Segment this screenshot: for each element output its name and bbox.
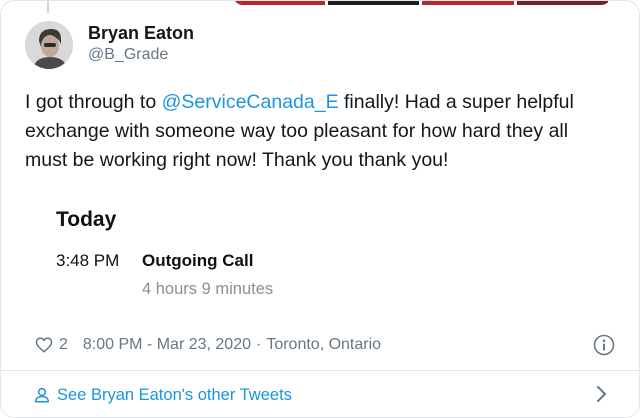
tweet-timestamp[interactable]: 8:00 PM - Mar 23, 2020 [83, 336, 251, 354]
tweet-location[interactable]: Toronto, Ontario [266, 336, 381, 354]
avatar[interactable] [25, 21, 73, 69]
like-count[interactable]: 2 [59, 336, 68, 354]
call-type: Outgoing Call [142, 251, 254, 270]
tweet-meta: 2 8:00 PM - Mar 23, 2020 · Toronto, Onta… [35, 335, 381, 355]
previous-tweet-media-edge [233, 1, 611, 5]
tweet-text: I got through to @ServiceCanada_E finall… [25, 88, 615, 175]
meta-separator: · [256, 336, 262, 353]
tweet-text-before: I got through to [25, 91, 162, 113]
author-name[interactable]: Bryan Eaton [88, 23, 194, 44]
info-icon[interactable] [593, 334, 615, 356]
call-time: 3:48 PM [56, 251, 120, 270]
see-other-tweets-label[interactable]: See Bryan Eaton's other Tweets [57, 386, 292, 405]
chevron-right-icon[interactable] [595, 384, 609, 404]
see-other-tweets-link[interactable]: See Bryan Eaton's other Tweets [33, 384, 292, 406]
call-log-heading: Today [56, 208, 117, 231]
call-duration: 4 hours 9 minutes [142, 280, 274, 298]
thread-connector-line [47, 1, 49, 13]
divider [1, 370, 639, 371]
person-icon [33, 386, 51, 404]
heart-icon[interactable] [35, 336, 53, 354]
author-handle[interactable]: @B_Grade [88, 46, 168, 64]
tweet-card: Bryan Eaton @B_Grade I got through to @S… [0, 0, 640, 418]
mention-link[interactable]: @ServiceCanada_E [162, 91, 339, 113]
